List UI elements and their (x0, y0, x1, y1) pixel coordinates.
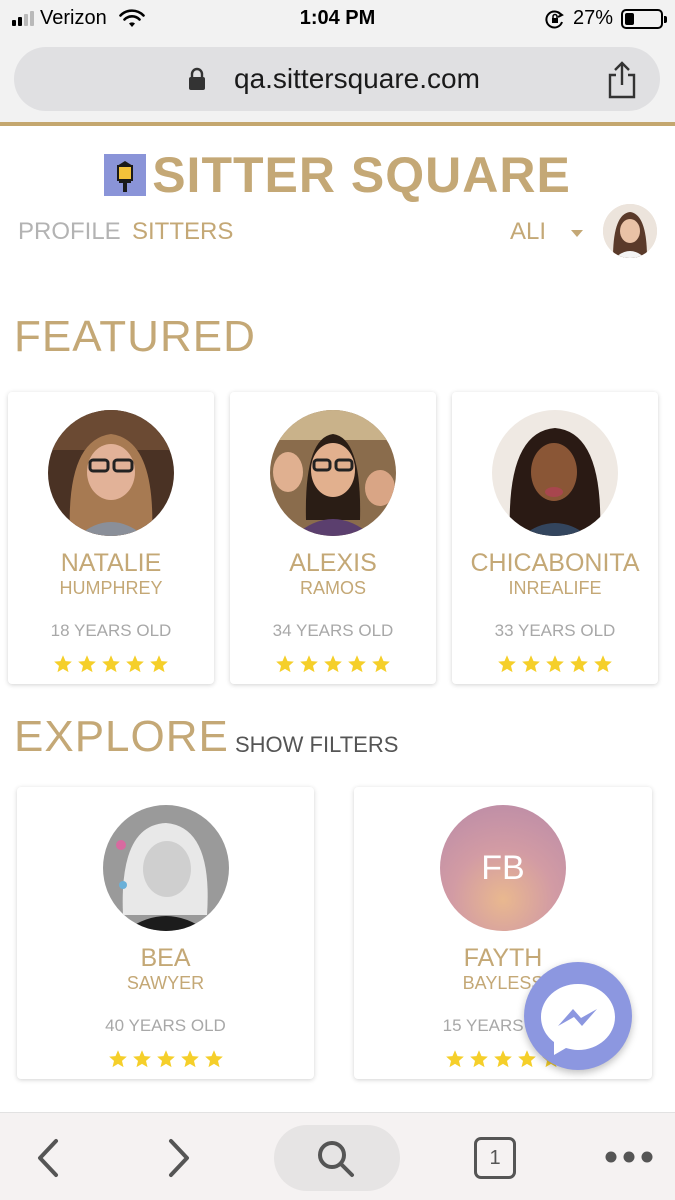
battery-percent: 27% (572, 7, 613, 29)
sitter-age: 18 YEARS OLD (50, 621, 172, 640)
star-icon (348, 655, 366, 673)
sitter-photo (103, 805, 229, 931)
star-rating (230, 654, 436, 674)
nav-sitters[interactable]: SITTERS (132, 218, 233, 246)
star-icon (126, 655, 144, 673)
sitter-first-name: BEA (140, 944, 191, 972)
star-icon (470, 1050, 488, 1068)
more-icon[interactable] (603, 1149, 655, 1165)
sitter-last-name: HUMPHREY (59, 578, 163, 598)
star-icon (204, 1050, 223, 1068)
star-icon (446, 1050, 464, 1068)
star-icon (276, 655, 294, 673)
nav-profile[interactable]: PROFILE (18, 218, 121, 246)
sitter-first-name: CHICABONITA (470, 549, 640, 577)
star-icon (132, 1050, 151, 1068)
sitter-initials: FB (440, 805, 566, 931)
featured-heading: FEATURED (14, 312, 256, 361)
browser-chrome: qa.sittersquare.com (0, 40, 675, 122)
sitter-last-name: SAWYER (126, 973, 205, 993)
lamp-logo-icon (104, 154, 147, 196)
sitter-card[interactable]: CHICABONITA INREALIFE 33 YEARS OLD (452, 392, 658, 684)
lock-icon (189, 67, 205, 90)
sitter-initials-avatar: FB (440, 805, 566, 931)
rotation-lock-icon (545, 10, 564, 28)
logo-text: SITTER SQUARE (152, 147, 571, 203)
avatar[interactable] (603, 204, 657, 258)
back-icon[interactable] (32, 1137, 62, 1179)
sitter-photo (270, 410, 396, 536)
sitter-last-name: INREALIFE (508, 578, 602, 598)
star-icon (54, 655, 72, 673)
star-icon (498, 655, 516, 673)
star-icon (108, 1050, 127, 1068)
sitter-photo (48, 410, 174, 536)
star-icon (324, 655, 342, 673)
star-icon (78, 655, 96, 673)
search-icon (318, 1141, 354, 1177)
star-icon (180, 1050, 199, 1068)
address-bar[interactable]: qa.sittersquare.com (14, 47, 660, 111)
sitter-last-name: RAMOS (299, 578, 366, 598)
search-button[interactable] (274, 1125, 400, 1191)
browser-toolbar: 1 (0, 1112, 675, 1200)
star-icon (150, 655, 168, 673)
forward-icon[interactable] (165, 1137, 195, 1179)
sitter-card[interactable]: NATALIE HUMPHREY 18 YEARS OLD (8, 392, 214, 684)
explore-heading: EXPLORE (14, 712, 229, 761)
messenger-chat-button[interactable] (524, 962, 632, 1070)
status-bar: Verizon 1:04 PM 27% (0, 0, 675, 40)
star-icon (156, 1050, 175, 1068)
share-icon[interactable] (606, 61, 638, 99)
tab-count: 1 (489, 1146, 501, 1169)
messenger-icon (541, 984, 615, 1055)
star-icon (570, 655, 588, 673)
sitter-first-name: NATALIE (60, 549, 162, 577)
sitter-first-name: ALEXIS (289, 549, 377, 577)
header-divider (0, 122, 675, 126)
star-icon (546, 655, 564, 673)
tabs-icon[interactable]: 1 (474, 1137, 516, 1179)
star-icon (522, 655, 540, 673)
star-icon (300, 655, 318, 673)
star-icon (594, 655, 612, 673)
user-menu[interactable]: ALI (510, 218, 546, 246)
site-logo[interactable]: SITTER SQUARE (0, 140, 675, 210)
chevron-down-icon[interactable] (571, 230, 583, 237)
sitter-age: 34 YEARS OLD (272, 621, 394, 640)
sitter-card[interactable]: BEA SAWYER 40 YEARS OLD (17, 787, 314, 1079)
star-rating (452, 654, 658, 674)
sitter-card[interactable]: ALEXIS RAMOS 34 YEARS OLD (230, 392, 436, 684)
star-rating (8, 654, 214, 674)
sitter-photo (492, 410, 618, 536)
star-icon (102, 655, 120, 673)
star-icon (494, 1050, 512, 1068)
battery-icon (621, 8, 667, 29)
star-rating (17, 1049, 314, 1069)
show-filters-button[interactable]: SHOW FILTERS (235, 732, 398, 758)
sitter-age: 33 YEARS OLD (494, 621, 616, 640)
sitter-age: 40 YEARS OLD (105, 1016, 226, 1035)
star-icon (372, 655, 390, 673)
url-text: qa.sittersquare.com (234, 63, 480, 94)
